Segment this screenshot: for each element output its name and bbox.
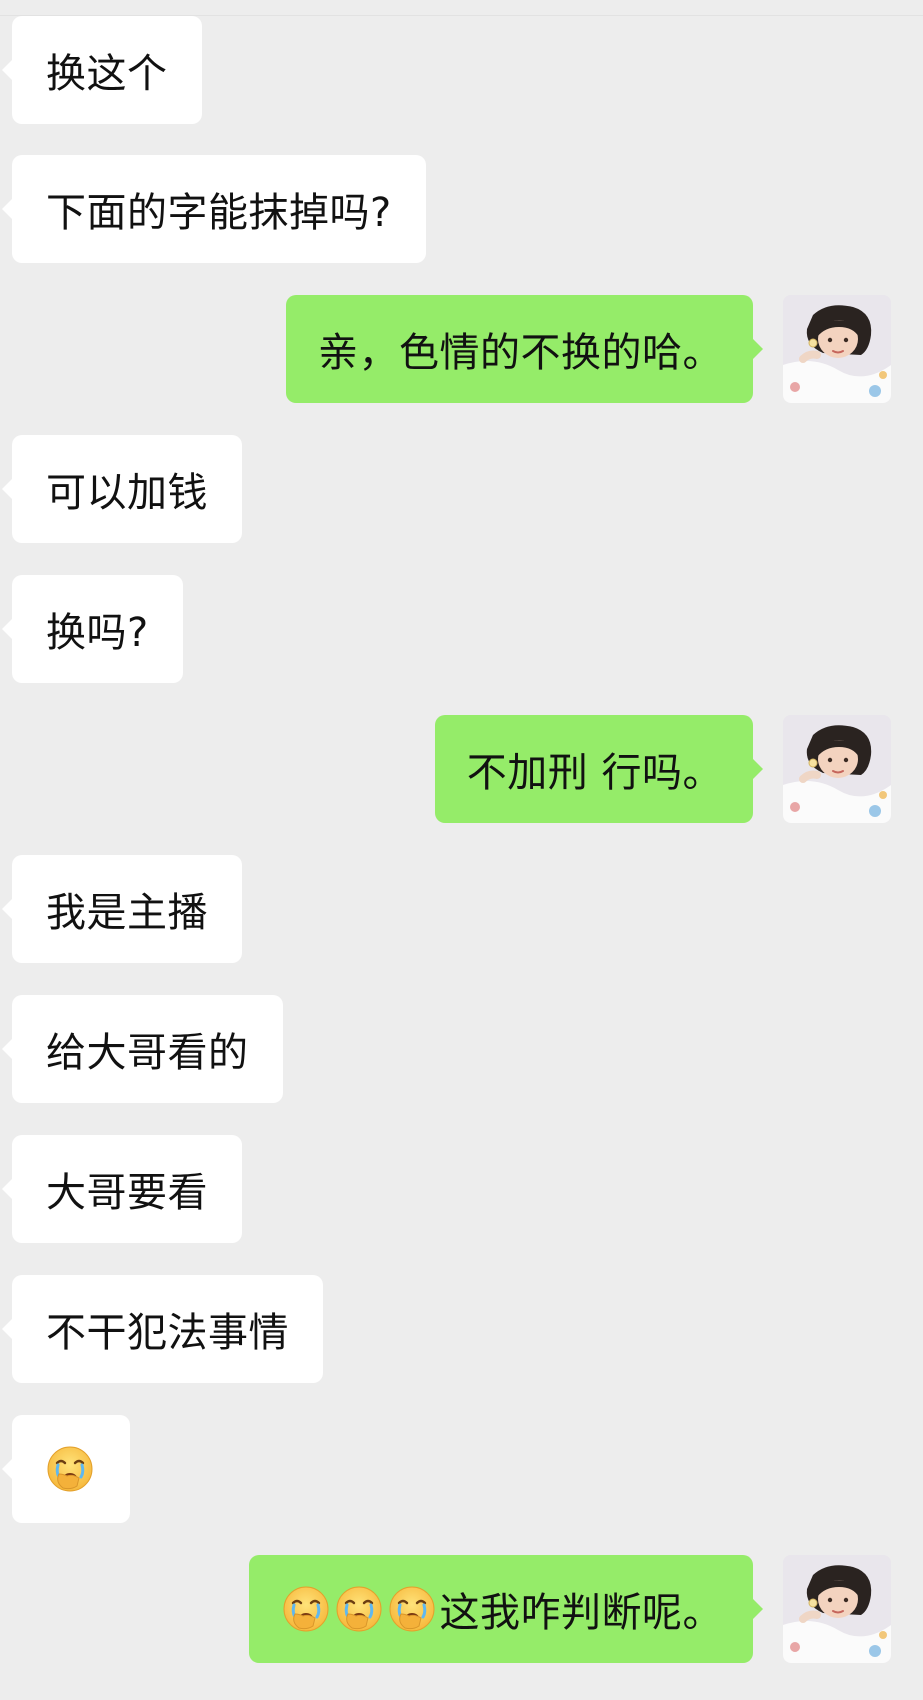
avatar[interactable]	[783, 1555, 891, 1663]
message-text: 不干犯法事情	[46, 1310, 289, 1356]
message-text: 这我咋判断呢。	[439, 1590, 723, 1636]
outgoing-message-bubble[interactable]: 不加刑 行吗。	[434, 715, 764, 823]
outgoing-message-bubble[interactable]: 这我咋判断呢。	[248, 1555, 763, 1663]
message-text: 下面的字能抹掉吗?	[46, 190, 392, 236]
message-row: 不干犯法事情	[0, 1275, 923, 1383]
incoming-message-bubble[interactable]	[2, 1415, 130, 1523]
message-row: 换吗?	[0, 575, 923, 683]
incoming-message-bubble[interactable]: 不干犯法事情	[2, 1275, 323, 1383]
facepalm-emoji-icon	[334, 1584, 384, 1634]
message-row: 可以加钱	[0, 435, 923, 543]
message-text: 给大哥看的	[46, 1030, 249, 1076]
message-row: 亲，色情的不换的哈。	[0, 295, 923, 403]
message-text: 我是主播	[46, 890, 208, 936]
message-row: 大哥要看	[0, 1135, 923, 1243]
avatar[interactable]	[783, 295, 891, 403]
message-row: 给大哥看的	[0, 995, 923, 1103]
message-text: 大哥要看	[46, 1170, 208, 1216]
message-row: 不加刑 行吗。	[0, 715, 923, 823]
incoming-message-bubble[interactable]: 给大哥看的	[2, 995, 283, 1103]
avatar[interactable]	[783, 715, 891, 823]
incoming-message-bubble[interactable]: 下面的字能抹掉吗?	[2, 155, 426, 263]
incoming-message-bubble[interactable]: 大哥要看	[2, 1135, 242, 1243]
message-text: 不加刑 行吗。	[466, 750, 723, 796]
incoming-message-bubble[interactable]: 换这个	[2, 16, 202, 124]
facepalm-emoji-icon	[281, 1584, 331, 1634]
facepalm-emoji-icon	[387, 1584, 437, 1634]
message-text: 亲，色情的不换的哈。	[318, 330, 723, 376]
chat-window: 换这个 下面的字能抹掉吗? 亲，色情的不换的哈。 可以加钱 换吗? 不加刑 行吗…	[0, 0, 923, 1700]
incoming-message-bubble[interactable]: 我是主播	[2, 855, 242, 963]
message-row	[0, 1415, 923, 1523]
message-text: 换吗?	[46, 610, 149, 656]
message-text: 可以加钱	[46, 470, 208, 516]
outgoing-message-bubble[interactable]: 亲，色情的不换的哈。	[286, 295, 763, 403]
message-row: 换这个	[0, 16, 923, 124]
message-row: 这我咋判断呢。	[0, 1555, 923, 1663]
incoming-message-bubble[interactable]: 换吗?	[2, 575, 183, 683]
facepalm-emoji-icon	[45, 1444, 95, 1494]
incoming-message-bubble[interactable]: 可以加钱	[2, 435, 242, 543]
message-row: 我是主播	[0, 855, 923, 963]
message-text: 换这个	[46, 51, 168, 97]
message-row: 下面的字能抹掉吗?	[0, 155, 923, 263]
